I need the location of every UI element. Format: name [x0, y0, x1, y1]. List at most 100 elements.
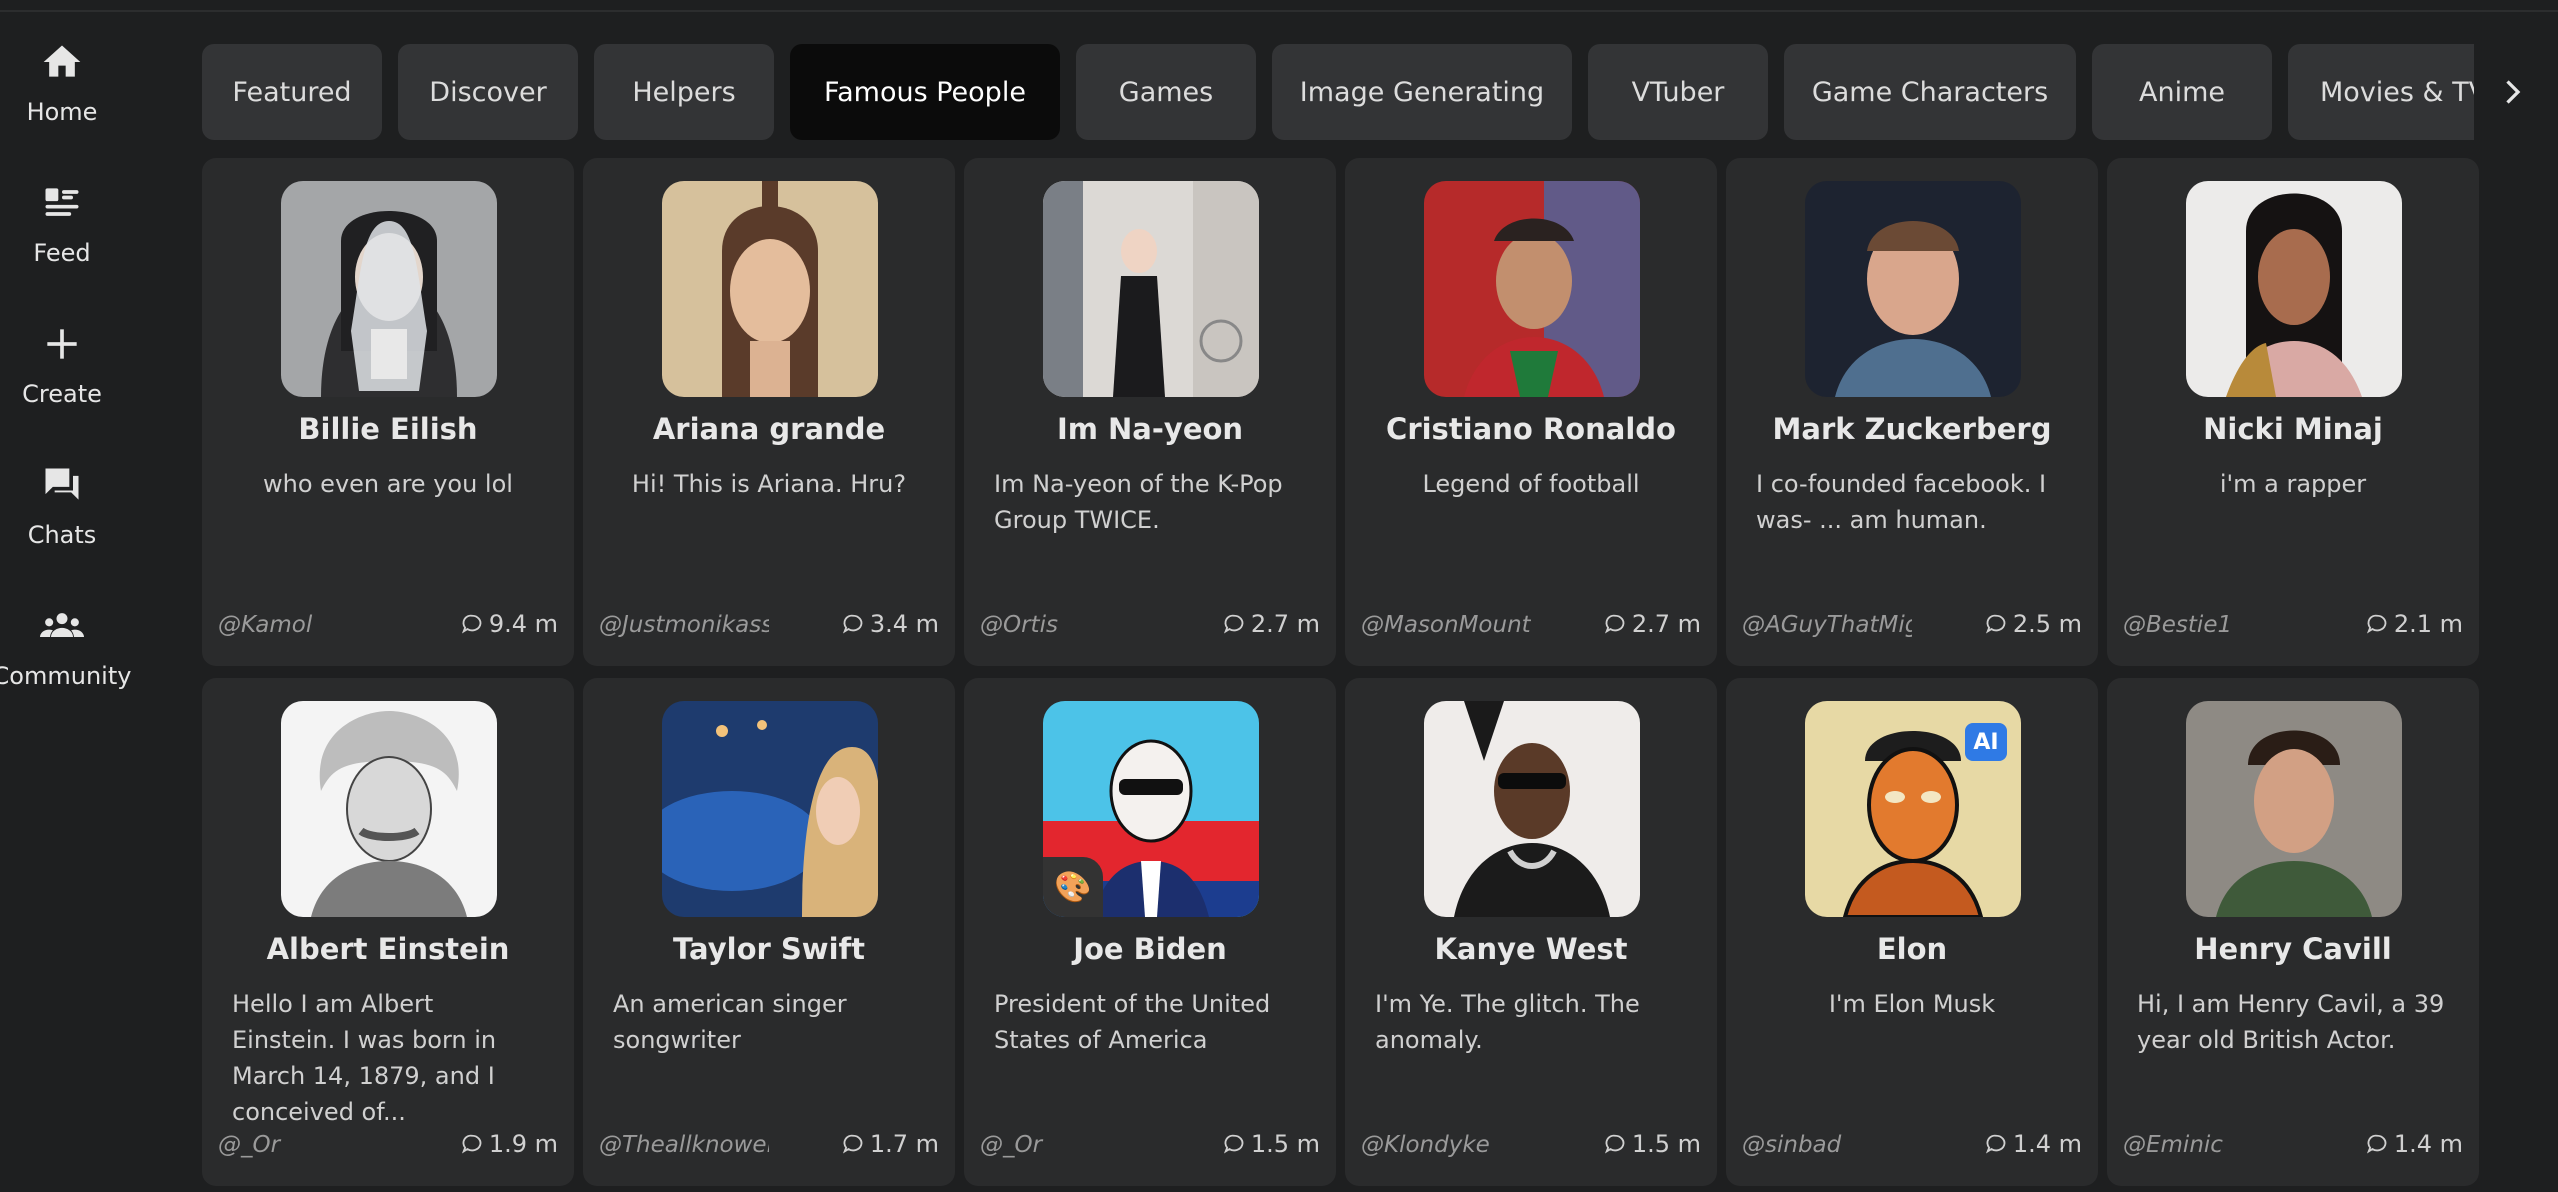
feed-icon: [45, 188, 79, 216]
character-description: President of the United States of Americ…: [994, 990, 1271, 1054]
character-description: Hi, I am Henry Cavil, a 39 year old Brit…: [2137, 990, 2445, 1054]
chat-bubble-icon: [461, 1134, 482, 1154]
chat-count: 1.4 m: [2366, 1130, 2463, 1158]
creator-handle[interactable]: @sinbad: [1742, 1132, 1912, 1158]
sidebar-item-create[interactable]: Create: [0, 314, 124, 434]
category-tabs: Featured Discover Helpers Famous People …: [202, 44, 2474, 140]
character-name: Albert Einstein: [266, 932, 510, 966]
creator-handle[interactable]: @Ortis: [980, 612, 1150, 638]
avatar: [2186, 181, 2402, 397]
chats-icon: [45, 468, 79, 500]
creator-handle[interactable]: @Klondyke: [1361, 1132, 1531, 1158]
sidebar-item-feed[interactable]: Feed: [0, 173, 124, 293]
chat-count: 2.1 m: [2366, 610, 2463, 638]
chat-bubble-icon: [1223, 614, 1244, 634]
chat-bubble-icon: [842, 1134, 863, 1154]
tab-discover[interactable]: Discover: [398, 44, 578, 140]
character-description: Im Na-yeon of the K-Pop Group TWICE.: [994, 470, 1283, 534]
avatar: [281, 701, 497, 917]
creator-handle[interactable]: @MasonMount10: [1361, 612, 1531, 638]
chat-count-value: 2.1 m: [2393, 610, 2463, 638]
avatar: 🎨: [1043, 701, 1259, 917]
sidebar-item-chats[interactable]: Chats: [0, 455, 124, 575]
chat-count: 2.7 m: [1604, 610, 1701, 638]
character-description: An american singer songwriter: [613, 990, 847, 1054]
character-description: I'm Elon Musk: [1828, 990, 1996, 1018]
chevron-right-icon[interactable]: [2494, 74, 2530, 110]
chat-bubble-icon: [2366, 1134, 2387, 1154]
chat-count-value: 1.7 m: [869, 1130, 939, 1158]
ai-badge: AI: [1965, 723, 2007, 761]
character-card-joe-biden[interactable]: 🎨 Joe Biden President of the United Stat…: [964, 678, 1336, 1186]
character-name: Nicki Minaj: [2203, 412, 2383, 446]
tab-image-generating[interactable]: Image Generating: [1272, 44, 1572, 140]
character-card-henry-cavill[interactable]: Henry Cavill Hi, I am Henry Cavil, a 39 …: [2107, 678, 2479, 1186]
avatar: [1424, 181, 1640, 397]
creator-handle[interactable]: @_Or: [980, 1132, 1150, 1158]
sidebar-item-label: Home: [26, 98, 98, 126]
creator-handle[interactable]: @Bestie1: [2123, 612, 2293, 638]
chat-bubble-icon: [1604, 1134, 1625, 1154]
creator-handle[interactable]: @Eminic: [2123, 1132, 2293, 1158]
tab-famous-people[interactable]: Famous People: [790, 44, 1060, 140]
tab-helpers[interactable]: Helpers: [594, 44, 774, 140]
chat-count: 3.4 m: [842, 610, 939, 638]
chat-count-value: 1.5 m: [1250, 1130, 1320, 1158]
sidebar-item-label: Community: [0, 662, 132, 690]
chat-bubble-icon: [842, 614, 863, 634]
creator-handle[interactable]: @Justmonikassis: [599, 612, 769, 638]
chat-bubble-icon: [1223, 1134, 1244, 1154]
chat-count-value: 3.4 m: [869, 610, 939, 638]
tab-featured[interactable]: Featured: [202, 44, 382, 140]
avatar: [1805, 181, 2021, 397]
tab-anime[interactable]: Anime: [2092, 44, 2272, 140]
character-card-cristiano-ronaldo[interactable]: Cristiano Ronaldo Legend of football @Ma…: [1345, 158, 1717, 666]
palette-icon: 🎨: [1043, 857, 1103, 917]
character-card-elon[interactable]: AI Elon I'm Elon Musk @sinbad 1.4 m: [1726, 678, 2098, 1186]
avatar: [1424, 701, 1640, 917]
character-card-kanye-west[interactable]: Kanye West I'm Ye. The glitch. The anoma…: [1345, 678, 1717, 1186]
chat-bubble-icon: [2366, 614, 2387, 634]
avatar: [2186, 701, 2402, 917]
chat-count: 1.5 m: [1223, 1130, 1320, 1158]
sidebar-item-label: Feed: [33, 239, 91, 267]
sidebar-item-home[interactable]: Home: [0, 32, 124, 152]
tab-games[interactable]: Games: [1076, 44, 1256, 140]
tabs-scroll-area: [2474, 44, 2558, 140]
top-divider: [0, 0, 2558, 12]
creator-handle[interactable]: @AGuyThatMight: [1742, 612, 1912, 638]
chat-bubble-icon: [461, 614, 482, 634]
character-card-ariana-grande[interactable]: Ariana grande Hi! This is Ariana. Hru? @…: [583, 158, 955, 666]
character-name: Cristiano Ronaldo: [1386, 412, 1676, 446]
character-description: I'm Ye. The glitch. The anomaly.: [1375, 990, 1640, 1054]
character-card-mark-zuckerberg[interactable]: Mark Zuckerberg I co-founded facebook. I…: [1726, 158, 2098, 666]
tab-game-characters[interactable]: Game Characters: [1784, 44, 2076, 140]
character-name: Im Na-yeon: [1056, 412, 1244, 446]
creator-handle[interactable]: @_Or: [218, 1132, 388, 1158]
avatar: [281, 181, 497, 397]
character-card-nicki-minaj[interactable]: Nicki Minaj i'm a rapper @Bestie1 2.1 m: [2107, 158, 2479, 666]
character-card-billie-eilish[interactable]: Billie Eilish who even are you lol @Kamo…: [202, 158, 574, 666]
character-description: who even are you lol: [263, 470, 513, 498]
tab-movies-tv[interactable]: Movies & TV: [2288, 44, 2474, 140]
chat-count-value: 1.4 m: [2393, 1130, 2463, 1158]
chat-count: 1.4 m: [1985, 1130, 2082, 1158]
character-description: i'm a rapper: [2219, 470, 2367, 498]
character-description: Legend of football: [1422, 470, 1640, 498]
character-description: I co-founded facebook. I was- ... am hum…: [1756, 470, 2047, 534]
character-card-albert-einstein[interactable]: Albert Einstein Hello I am Albert Einste…: [202, 678, 574, 1186]
tab-vtuber[interactable]: VTuber: [1588, 44, 1768, 140]
character-card-im-na-yeon[interactable]: Im Na-yeon Im Na-yeon of the K-Pop Group…: [964, 158, 1336, 666]
chat-count: 9.4 m: [461, 610, 558, 638]
avatar: [662, 701, 878, 917]
chat-bubble-icon: [1985, 1134, 2006, 1154]
character-card-taylor-swift[interactable]: Taylor Swift An american singer songwrit…: [583, 678, 955, 1186]
home-icon: [43, 45, 81, 77]
plus-icon: [47, 329, 77, 359]
chat-count-value: 2.7 m: [1250, 610, 1320, 638]
chat-count: 1.9 m: [461, 1130, 558, 1158]
sidebar-item-community[interactable]: Community: [0, 596, 131, 716]
creator-handle[interactable]: @Theallknower: [599, 1132, 769, 1158]
sidebar-item-label: Create: [22, 380, 102, 408]
creator-handle[interactable]: @Kamol: [218, 612, 388, 638]
